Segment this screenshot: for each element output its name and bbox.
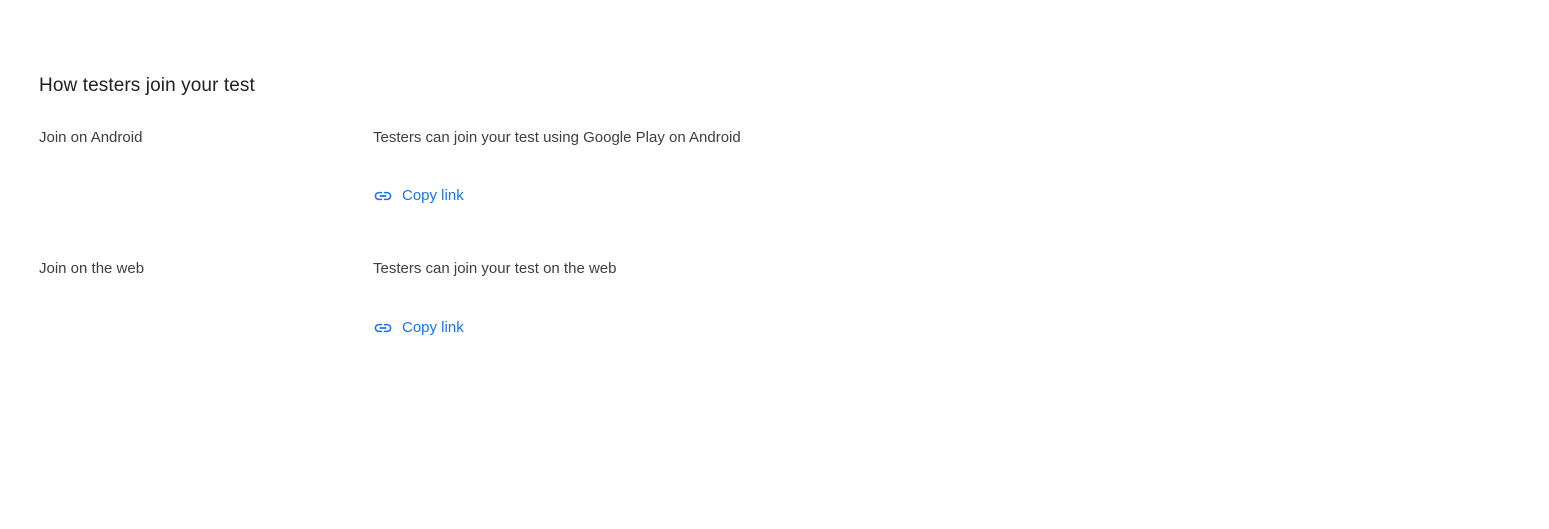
copy-web-link-button[interactable]: Copy link: [373, 318, 464, 338]
join-web-description: Testers can join your test on the web: [373, 260, 617, 277]
copy-android-link-button[interactable]: Copy link: [373, 186, 464, 206]
link-icon: [373, 318, 393, 338]
copy-link-label: Copy link: [402, 187, 464, 204]
section-title: How testers join your test: [39, 75, 255, 96]
copy-link-label: Copy link: [402, 319, 464, 336]
link-icon: [373, 186, 393, 206]
join-android-label: Join on Android: [39, 129, 143, 146]
join-android-description: Testers can join your test using Google …: [373, 129, 741, 146]
join-web-label: Join on the web: [39, 260, 145, 277]
